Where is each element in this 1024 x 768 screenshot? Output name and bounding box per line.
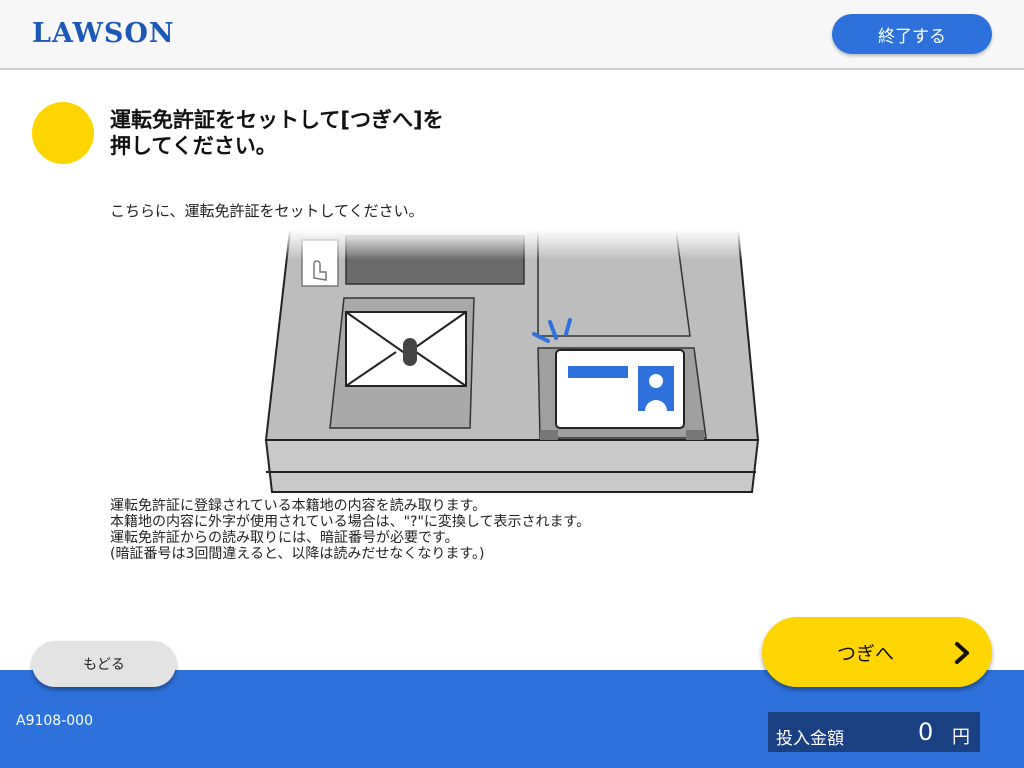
notes-block: 運転免許証に登録されている本籍地の内容を読み取ります。 本籍地の内容に外字が使用… (110, 498, 730, 562)
step-circle-icon (32, 102, 94, 164)
page-title-line2: 押してください。 (110, 134, 277, 158)
end-button[interactable]: 終了する (832, 14, 992, 54)
screen-code: A9108-000 (16, 713, 93, 729)
amount-unit: 円 (952, 727, 970, 748)
page-title-line1: 運転免許証をセットして[つぎへ]を (110, 108, 444, 132)
header-bar: LAWSON 終了する (0, 0, 1024, 70)
note-line: 運転免許証に登録されている本籍地の内容を読み取ります。 (110, 498, 487, 514)
lawson-logo: LAWSON (32, 18, 175, 49)
amount-label: 投入金額 (776, 729, 844, 749)
next-button[interactable]: つぎへ (762, 617, 992, 687)
amount-value: 0 (918, 718, 934, 746)
note-line: (暗証番号は3回間違えると、以降は読みだせなくなります。) (110, 546, 485, 562)
inserted-amount-box: 投入金額 0 円 (768, 712, 980, 752)
back-button-label: もどる (83, 657, 125, 673)
instruction-text: こちらに、運転免許証をセットしてください。 (110, 202, 424, 220)
note-line: 運転免許証からの読み取りには、暗証番号が必要です。 (110, 530, 459, 546)
note-line: 本籍地の内容に外字が使用されている場合は、"?"に変換して表示されます。 (110, 514, 591, 530)
license-reader-illustration (250, 230, 770, 493)
back-button[interactable]: もどる (32, 641, 176, 687)
chevron-right-icon (955, 642, 969, 664)
next-button-label: つぎへ (837, 643, 895, 665)
end-button-label: 終了する (878, 26, 946, 47)
page-title: 運転免許証をセットして[つぎへ]を 押してください。 (110, 107, 710, 159)
